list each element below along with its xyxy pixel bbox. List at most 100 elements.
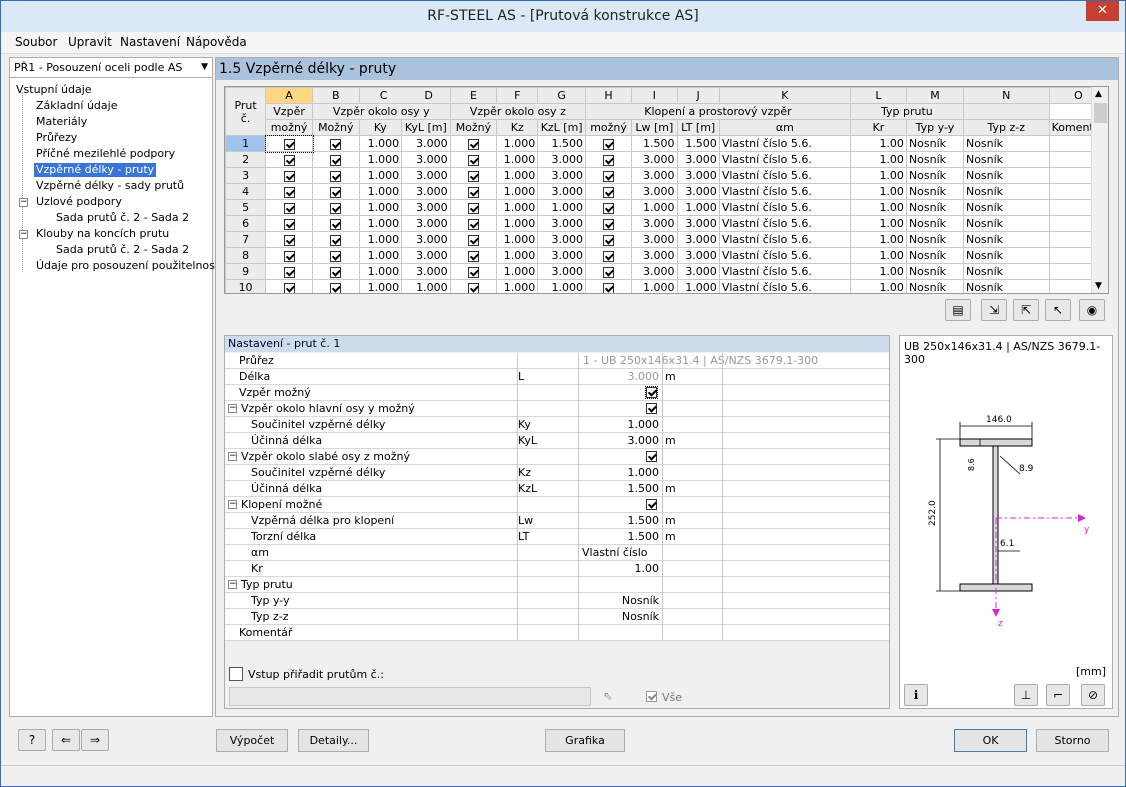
checkbox[interactable] [603, 234, 615, 246]
cell-klop-mozny[interactable] [585, 263, 633, 280]
excel-export-icon[interactable]: ⇲ [981, 299, 1007, 321]
cell-lw[interactable]: 1.500 [631, 135, 678, 152]
tree-item-vstupni-udaje[interactable]: Vstupní údaje [16, 83, 92, 97]
cell-ky[interactable]: 1.000 [358, 135, 403, 152]
checkbox[interactable] [283, 186, 295, 198]
cell-typ-zz[interactable]: Nosník [962, 199, 1050, 216]
cell-kz[interactable]: 1.000 [496, 199, 539, 216]
table-row[interactable]: 4 1.000 3.000 1.000 3.000 3.000 3.000 Vlastní č… [225, 183, 1108, 200]
cell-typ-yy[interactable]: Nosník [905, 199, 964, 216]
cell-klop-mozny[interactable] [585, 167, 633, 184]
scroll-thumb[interactable] [1094, 103, 1107, 123]
table-row[interactable]: 2 1.000 3.000 1.000 3.000 3.000 3.000 Vlastní č… [225, 151, 1108, 168]
checkbox[interactable] [283, 202, 295, 214]
cell-kz[interactable]: 1.000 [496, 151, 539, 168]
checkbox[interactable] [330, 234, 342, 246]
checkbox[interactable] [603, 154, 615, 166]
settings-row[interactable]: − Vzpěr okolo slabé osy z možný [225, 449, 889, 465]
cell-lw[interactable]: 3.000 [631, 263, 678, 280]
table-row[interactable]: 7 1.000 3.000 1.000 3.000 3.000 3.000 Vlastní č… [225, 231, 1108, 248]
tree-item-uzlove-podpory[interactable]: Uzlové podpory [36, 195, 122, 209]
menu-nastaveni[interactable]: Nastavení [120, 35, 180, 49]
cell-kyl[interactable]: 3.000 [401, 215, 451, 232]
settings-row[interactable]: Součinitel vzpěrné délky Ky 1.000 [225, 417, 889, 433]
checkbox[interactable] [467, 154, 479, 166]
tree-item-pouzitelnost[interactable]: Údaje pro posouzení použitelnosti [36, 259, 222, 273]
cell-y-mozny[interactable] [312, 231, 360, 248]
cell-kzl[interactable]: 3.000 [537, 151, 587, 168]
excel-import-icon[interactable]: ⇱ [1013, 299, 1039, 321]
cell-lw[interactable]: 1.000 [631, 279, 678, 293]
tree-item-sada-prutu-2[interactable]: Sada prutů č. 2 - Sada 2 [56, 243, 189, 257]
cell-typ-yy[interactable]: Nosník [905, 263, 964, 280]
cell-vzper-mozny[interactable] [265, 199, 313, 216]
cell-kz[interactable]: 1.000 [496, 215, 539, 232]
cell-typ-zz[interactable]: Nosník [962, 151, 1050, 168]
settings-checkbox[interactable] [646, 499, 657, 510]
cell-am[interactable]: Vlastní číslo 5.6. [718, 263, 851, 280]
cell-vzper-mozny[interactable] [265, 151, 313, 168]
row-number[interactable]: 8 [225, 247, 267, 264]
cell-kr[interactable]: 1.00 [849, 167, 907, 184]
cell-am[interactable]: Vlastní číslo 5.6. [718, 279, 851, 293]
close-button[interactable]: ✕ [1086, 1, 1119, 21]
cell-kz[interactable]: 1.000 [496, 167, 539, 184]
settings-row[interactable]: αmVlastní číslo 5. [225, 545, 889, 572]
settings-checkbox[interactable] [645, 386, 658, 399]
cell-lt[interactable]: 3.000 [676, 151, 720, 168]
assign-checkbox[interactable] [229, 667, 243, 681]
checkbox[interactable] [603, 266, 615, 278]
row-number[interactable]: 7 [225, 231, 267, 248]
cell-kyl[interactable]: 3.000 [401, 167, 451, 184]
menu-napoveda[interactable]: Nápověda [186, 35, 247, 49]
select-graphic-icon[interactable]: ↖ [1045, 299, 1071, 321]
checkbox[interactable] [330, 218, 342, 230]
cell-kzl[interactable]: 1.000 [537, 199, 587, 216]
menu-soubor[interactable]: Soubor [15, 35, 57, 49]
settings-row[interactable]: Součinitel vzpěrné délky Kz 1.000 [225, 465, 889, 481]
cell-am[interactable]: Vlastní číslo 5.6. [718, 215, 851, 232]
cell-kr[interactable]: 1.00 [849, 199, 907, 216]
cell-y-mozny[interactable] [312, 167, 360, 184]
cell-z-mozny[interactable] [449, 279, 498, 293]
cell-z-mozny[interactable] [449, 231, 498, 248]
cell-klop-mozny[interactable] [585, 215, 633, 232]
cell-am[interactable]: Vlastní číslo 5.6. [718, 231, 851, 248]
checkbox[interactable] [603, 186, 615, 198]
settings-value[interactable]: 3.000 [579, 434, 661, 447]
settings-row[interactable]: Kr 1.00 [225, 561, 889, 577]
cell-lt[interactable]: 3.000 [676, 231, 720, 248]
ok-button[interactable]: OK [954, 729, 1027, 752]
cell-kzl[interactable]: 3.000 [537, 263, 587, 280]
checkbox[interactable] [603, 202, 615, 214]
settings-row[interactable]: Délka L 3.000 m [225, 369, 889, 385]
cell-kzl[interactable]: 3.000 [537, 247, 587, 264]
settings-checkbox[interactable] [646, 451, 657, 462]
checkbox[interactable] [330, 154, 342, 166]
menu-upravit[interactable]: Upravit [68, 35, 112, 49]
cell-kz[interactable]: 1.000 [496, 135, 539, 152]
checkbox[interactable] [330, 250, 342, 262]
checkbox[interactable] [283, 234, 295, 246]
checkbox[interactable] [603, 170, 615, 182]
checkbox[interactable] [603, 282, 615, 293]
cell-kzl[interactable]: 1.000 [537, 279, 587, 293]
checkbox[interactable] [330, 282, 342, 293]
cell-klop-mozny[interactable] [585, 135, 633, 152]
cell-typ-yy[interactable]: Nosník [905, 231, 964, 248]
table-row[interactable]: 3 1.000 3.000 1.000 3.000 3.000 3.000 Vlastní č… [225, 167, 1108, 184]
checkbox[interactable] [330, 170, 342, 182]
cell-z-mozny[interactable] [449, 151, 498, 168]
settings-row[interactable]: Účinná délka KzL 1.500 m [225, 481, 889, 497]
checkbox[interactable] [283, 138, 295, 150]
cell-kzl[interactable]: 3.000 [537, 215, 587, 232]
collapse-icon[interactable]: − [228, 500, 237, 509]
checkbox[interactable] [467, 282, 479, 293]
settings-checkbox[interactable] [646, 403, 657, 414]
checkbox[interactable] [330, 138, 342, 150]
checkbox[interactable] [467, 234, 479, 246]
row-number[interactable]: 10 [225, 279, 267, 293]
cell-kz[interactable]: 1.000 [496, 247, 539, 264]
cell-klop-mozny[interactable] [585, 279, 633, 293]
tree-item-vzperne-delky-pruty[interactable]: Vzpěrné délky - pruty [34, 163, 157, 177]
